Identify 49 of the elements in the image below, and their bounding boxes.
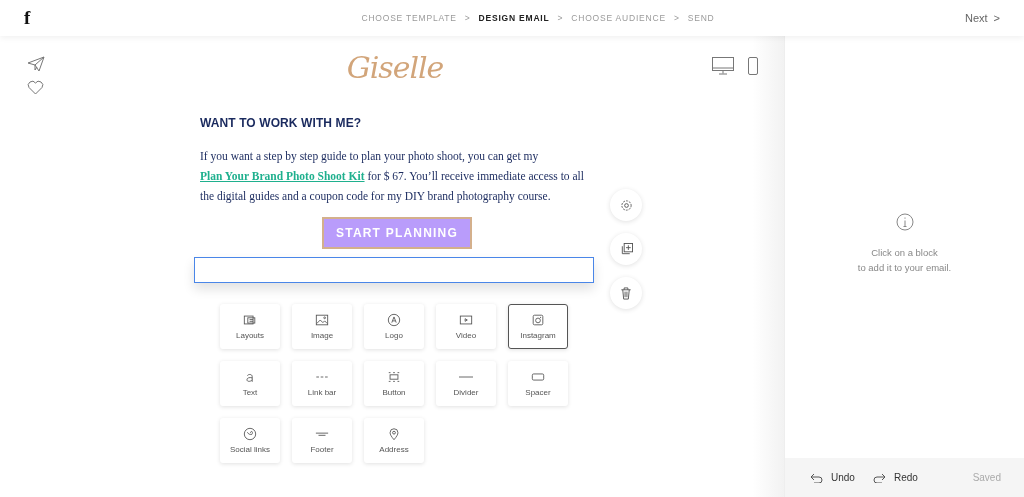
block-tile[interactable]: Social links <box>220 418 280 463</box>
next-button[interactable]: Next > <box>920 12 1000 24</box>
block-tile[interactable]: Instagram <box>508 304 568 349</box>
info-icon <box>895 213 914 231</box>
redo-icon <box>872 472 886 483</box>
map-pin-icon <box>387 427 401 441</box>
block-tile[interactable]: Image <box>292 304 352 349</box>
redo-button[interactable]: Redo <box>872 472 918 483</box>
gear-icon <box>619 198 633 212</box>
block-tile[interactable]: Address <box>364 418 424 463</box>
heart-icon[interactable] <box>27 80 44 95</box>
block-tile[interactable]: Video <box>436 304 496 349</box>
bird-circle-icon <box>243 427 257 441</box>
hint-text: Click on a block to add it to your email. <box>857 246 952 275</box>
email-paragraph: If you want a step by step guide to plan your photo shoot, you can get my Plan Your Brand Photo Shoot Kit for $ 67. You’ll receive immediate access to all the digital guides and a coupon code for my DIY brand photography course. <box>200 149 585 205</box>
undo-icon <box>810 472 823 483</box>
letter-circle-icon <box>387 313 401 327</box>
brand-logo: Giselle <box>346 50 444 86</box>
logo: f <box>23 7 32 29</box>
undo-button[interactable]: Undo <box>810 472 855 483</box>
phone-icon[interactable] <box>748 57 758 75</box>
empty-block[interactable] <box>194 257 594 283</box>
block-tile[interactable]: Text <box>220 361 280 406</box>
button-outline-icon <box>387 370 401 384</box>
step-tab[interactable]: DESIGN EMAIL <box>478 13 550 23</box>
block-tile[interactable]: Layouts <box>220 304 280 349</box>
duplicate-button[interactable] <box>610 233 642 265</box>
rounded-rect-icon <box>531 370 545 384</box>
step-separator: > <box>557 13 564 23</box>
block-tile[interactable]: Logo <box>364 304 424 349</box>
send-icon[interactable] <box>27 56 45 72</box>
copy-icon <box>619 242 633 256</box>
email-heading: WANT TO WORK WITH ME? <box>200 116 362 130</box>
block-tile[interactable]: Footer <box>292 418 352 463</box>
desktop-icon[interactable] <box>712 57 734 75</box>
block-tile[interactable]: Spacer <box>508 361 568 406</box>
save-status: Saved <box>972 472 1001 483</box>
step-separator: > <box>673 13 680 23</box>
video-icon <box>459 313 473 327</box>
step-separator: > <box>464 13 471 23</box>
block-tile[interactable]: Button <box>364 361 424 406</box>
block-tile[interactable]: Divider <box>436 361 496 406</box>
block-tile[interactable]: Link bar <box>292 361 352 406</box>
image-icon <box>315 313 329 327</box>
camera-icon <box>531 313 545 327</box>
trash-icon <box>620 286 632 300</box>
settings-button[interactable] <box>610 189 642 221</box>
layout-icon <box>243 313 257 327</box>
delete-button[interactable] <box>610 277 642 309</box>
